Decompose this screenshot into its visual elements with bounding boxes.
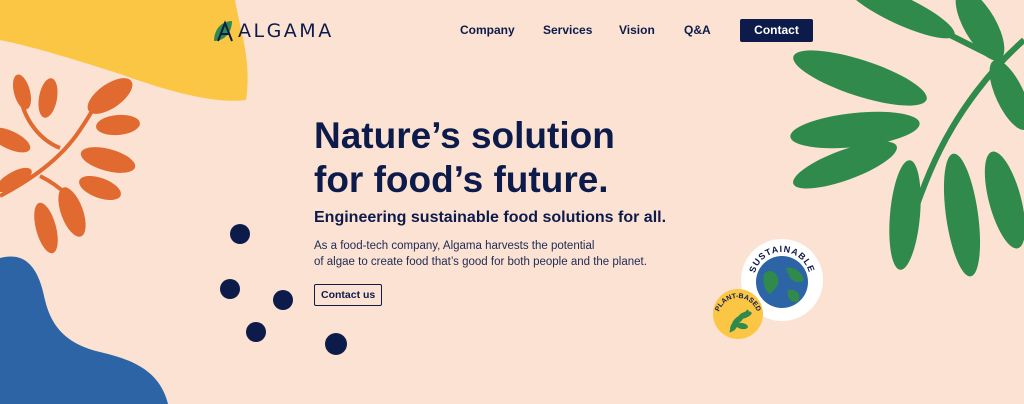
blue-blob-shape — [0, 256, 168, 404]
nav-qa[interactable]: Q&A — [684, 20, 711, 40]
hero-title-line-1: Nature’s solution — [314, 115, 615, 156]
leaf-a-icon — [214, 20, 233, 42]
hero-title-line-2: for food’s future. — [314, 159, 609, 200]
plant-based-badge: PLANT-BASED — [713, 289, 763, 339]
brand-name: ALGAMA — [238, 20, 334, 42]
contact-us-button[interactable]: Contact us — [314, 284, 383, 306]
nav-services[interactable]: Services — [543, 20, 592, 40]
hero-description: As a food-tech company, Algama harvests … — [314, 238, 714, 270]
hero-title: Nature’s solution for food’s future. — [314, 114, 734, 202]
nav-company[interactable]: Company — [460, 20, 515, 40]
nav-vision[interactable]: Vision — [619, 20, 655, 40]
contact-button[interactable]: Contact — [740, 19, 813, 42]
page: SUSTAINABLE PLANT-BASED ALGAMA Company S… — [0, 0, 1024, 404]
brand-logo[interactable]: ALGAMA — [212, 18, 334, 44]
green-plant-shape — [790, 0, 1024, 277]
decorative-background — [0, 0, 1024, 404]
hero-description-line-1: As a food-tech company, Algama harvests … — [314, 240, 595, 252]
hero-subtitle: Engineering sustainable food solutions f… — [314, 209, 667, 226]
hero-description-line-2: of algae to create food that’s good for … — [314, 256, 647, 268]
orange-plant-shape — [0, 74, 140, 254]
